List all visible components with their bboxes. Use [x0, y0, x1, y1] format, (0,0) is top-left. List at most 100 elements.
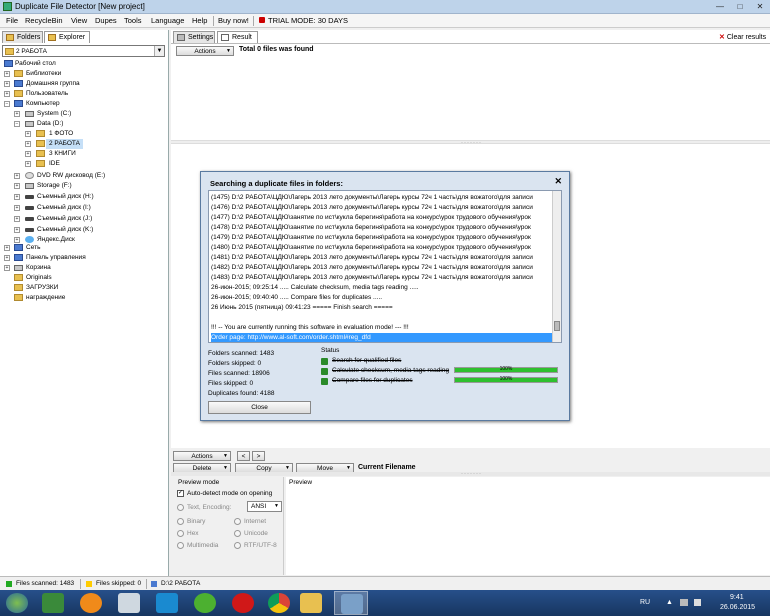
- utorrent-icon[interactable]: [194, 593, 216, 613]
- horizontal-splitter[interactable]: ·······: [171, 471, 770, 477]
- prev-button[interactable]: <: [237, 451, 250, 461]
- close-icon[interactable]: ✕: [554, 176, 562, 187]
- volume-icon[interactable]: [694, 599, 701, 606]
- maximize-button[interactable]: □: [731, 1, 749, 12]
- opera-icon[interactable]: [232, 593, 254, 613]
- taskbar-active-app[interactable]: [334, 591, 368, 615]
- log-scrollbar[interactable]: [552, 191, 561, 342]
- network-tray-icon[interactable]: [680, 599, 688, 606]
- tv-icon[interactable]: [156, 593, 178, 613]
- tree-item[interactable]: награждение: [0, 293, 168, 303]
- expand-icon[interactable]: +: [14, 173, 20, 179]
- expand-icon[interactable]: +: [25, 161, 31, 167]
- tree-item[interactable]: Originals: [0, 273, 168, 283]
- rtf-utf8-radio[interactable]: [234, 542, 241, 549]
- menu-help[interactable]: Help: [192, 16, 207, 25]
- tree-item[interactable]: + Домашняя группа: [0, 79, 168, 89]
- clock-date[interactable]: 26.06.2015: [720, 604, 755, 611]
- dvd-icon: [25, 172, 34, 179]
- internet-radio[interactable]: [234, 518, 241, 525]
- results-actions-button[interactable]: Actions ▼: [176, 46, 234, 56]
- close-button[interactable]: Close: [208, 401, 311, 414]
- menu-tools[interactable]: Tools: [124, 16, 142, 25]
- tab-explorer[interactable]: Explorer: [44, 31, 90, 43]
- tree-item[interactable]: + Библиотеки: [0, 69, 168, 79]
- expand-icon[interactable]: +: [14, 216, 20, 222]
- menu-dupes[interactable]: Dupes: [95, 16, 117, 25]
- menu-view[interactable]: View: [71, 16, 87, 25]
- encoding-select[interactable]: ANSI ▼: [247, 501, 282, 512]
- binary-radio[interactable]: [177, 518, 184, 525]
- close-window-button[interactable]: ✕: [751, 1, 769, 12]
- expand-icon[interactable]: +: [14, 205, 20, 211]
- text-encoding-radio[interactable]: [177, 504, 184, 511]
- removable-drive-icon: [25, 228, 34, 232]
- tree-item[interactable]: + Сеть: [0, 243, 168, 253]
- tray-arrow-icon[interactable]: ▲: [666, 599, 673, 606]
- menu-language[interactable]: Language: [151, 16, 184, 25]
- expand-icon[interactable]: +: [14, 194, 20, 200]
- language-indicator[interactable]: RU: [640, 599, 650, 606]
- menu-file[interactable]: File: [6, 16, 18, 25]
- tree-item[interactable]: − Data (D:): [0, 119, 168, 129]
- tree-item[interactable]: + IDE: [0, 159, 168, 169]
- tree-item[interactable]: + Панель управления: [0, 253, 168, 263]
- menu-recyclebin[interactable]: RecycleBin: [25, 16, 63, 25]
- avast-icon[interactable]: [80, 593, 102, 613]
- app-x-icon[interactable]: [42, 593, 64, 613]
- expand-icon[interactable]: +: [14, 183, 20, 189]
- tab-settings[interactable]: Settings: [173, 31, 215, 43]
- expand-icon[interactable]: +: [4, 91, 10, 97]
- tree-item[interactable]: − Компьютер: [0, 99, 168, 109]
- collapse-icon[interactable]: −: [14, 121, 20, 127]
- expand-icon[interactable]: +: [4, 81, 10, 87]
- log-line-selected[interactable]: Order page: http://www.al-soft.com/order…: [211, 333, 552, 342]
- bottom-actions-button[interactable]: Actions ▼: [173, 451, 231, 461]
- expand-icon[interactable]: +: [4, 265, 10, 271]
- clock-time[interactable]: 9:41: [730, 594, 744, 601]
- horizontal-splitter[interactable]: ·······: [171, 140, 770, 146]
- tree-item[interactable]: + Съемный диск (J:): [0, 214, 168, 224]
- tree-item[interactable]: + System (C:): [0, 109, 168, 119]
- collapse-icon[interactable]: −: [4, 101, 10, 107]
- tree-item[interactable]: + DVD RW дисковод (E:): [0, 171, 168, 181]
- chevron-down-icon[interactable]: ▼: [154, 46, 164, 56]
- tree-item[interactable]: + Storage (F:): [0, 181, 168, 191]
- tree-item[interactable]: + Съемный диск (I:): [0, 203, 168, 213]
- expand-icon[interactable]: +: [4, 255, 10, 261]
- tree-item[interactable]: +1 ФОТО: [0, 129, 168, 139]
- tree-item[interactable]: ЗАГРУЗКИ: [0, 283, 168, 293]
- clear-results-button[interactable]: ✕ Clear results: [719, 33, 766, 41]
- menu-buy-now[interactable]: Buy now!: [218, 16, 249, 25]
- unicode-radio[interactable]: [234, 530, 241, 537]
- expand-icon[interactable]: +: [25, 131, 31, 137]
- chrome-icon[interactable]: [268, 593, 290, 613]
- expand-icon[interactable]: +: [4, 245, 10, 251]
- encoding-value: ANSI: [251, 503, 267, 510]
- expand-icon[interactable]: +: [25, 141, 31, 147]
- expand-icon[interactable]: +: [25, 151, 31, 157]
- tree-item[interactable]: + Корзина: [0, 263, 168, 273]
- expand-icon[interactable]: +: [4, 71, 10, 77]
- next-button[interactable]: >: [252, 451, 265, 461]
- folder-icon[interactable]: [300, 593, 322, 613]
- tree-item[interactable]: + Съемный диск (K:): [0, 225, 168, 235]
- search-log[interactable]: (1475) D:\2 РАБОТА\ЦДЮ\Лагерь 2013 лето …: [208, 190, 562, 343]
- tab-folders[interactable]: Folders: [2, 31, 43, 43]
- tree-item[interactable]: + Съемный диск (H:): [0, 192, 168, 202]
- expand-icon[interactable]: +: [14, 111, 20, 117]
- tree-item-selected[interactable]: +2 РАБОТА: [0, 139, 168, 149]
- tree-item[interactable]: + Пользователь: [0, 89, 168, 99]
- tree-item[interactable]: +3 КНИГИ: [0, 149, 168, 159]
- tree-item[interactable]: Рабочий стол: [0, 59, 168, 69]
- multimedia-radio[interactable]: [177, 542, 184, 549]
- minimize-button[interactable]: —: [711, 1, 729, 12]
- tab-result[interactable]: Result: [217, 31, 258, 43]
- hex-radio[interactable]: [177, 530, 184, 537]
- calculator-icon[interactable]: [118, 593, 140, 613]
- scrollbar-thumb[interactable]: [554, 321, 560, 331]
- auto-detect-checkbox[interactable]: ✓: [177, 490, 184, 497]
- expand-icon[interactable]: +: [14, 227, 20, 233]
- path-combo[interactable]: 2 РАБОТА ▼: [2, 45, 165, 57]
- start-icon[interactable]: [6, 593, 28, 613]
